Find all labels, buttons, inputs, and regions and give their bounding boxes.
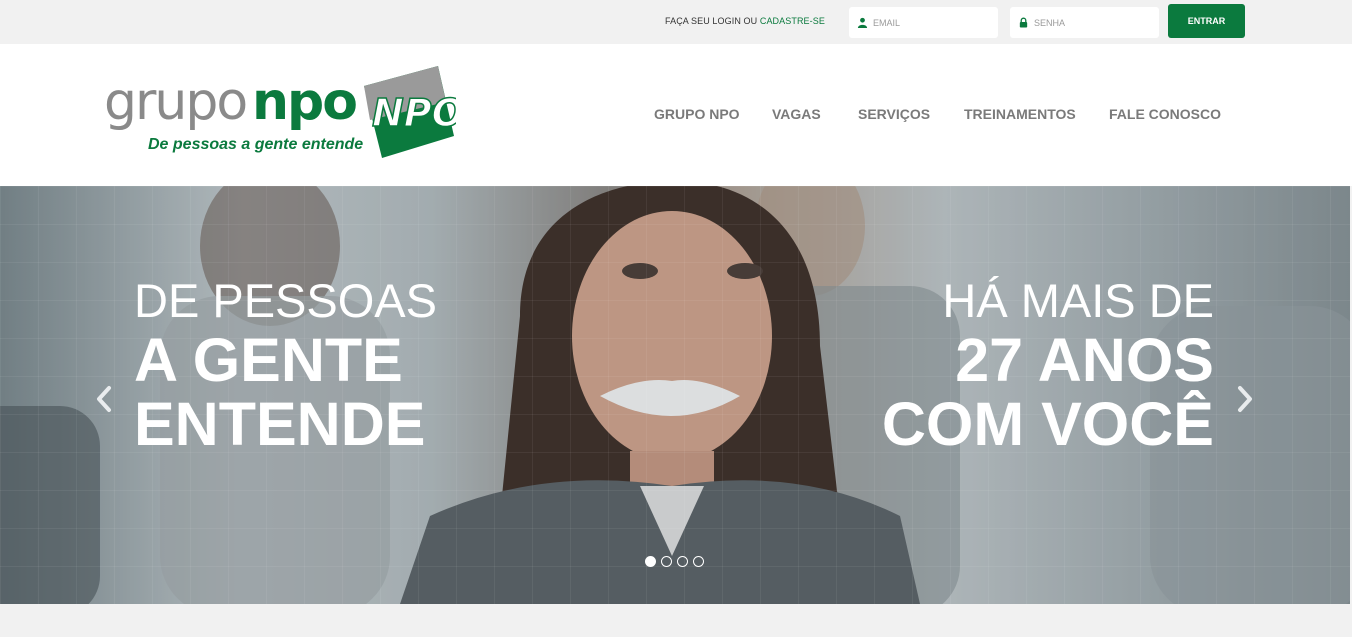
hero-left-line3: ENTENDE [134, 390, 426, 458]
site-header: grupo npo De pessoas a gente entende NPO… [0, 44, 1352, 186]
email-field[interactable] [849, 7, 998, 38]
login-prompt: FAÇA SEU LOGIN OU CADASTRE-SE [665, 16, 825, 26]
login-bar: FAÇA SEU LOGIN OU CADASTRE-SE ENTRAR [0, 0, 1352, 44]
slider-dot-4[interactable] [693, 556, 704, 567]
login-button[interactable]: ENTRAR [1168, 4, 1245, 38]
login-prompt-text: FAÇA SEU LOGIN OU [665, 16, 758, 26]
user-icon [857, 17, 868, 28]
hero-left-line2: A GENTE [134, 326, 403, 394]
slider-pagination [645, 556, 704, 567]
svg-text:NPO: NPO [372, 91, 456, 135]
hero-right-line2: 27 ANOS [955, 326, 1214, 394]
nav-item-fale-conosco[interactable]: FALE CONOSCO [1109, 106, 1221, 122]
slider-dot-1[interactable] [645, 556, 656, 567]
nav-item-servicos[interactable]: SERVIÇOS [858, 106, 930, 122]
password-input[interactable] [1034, 17, 1154, 28]
hero-right-line1: HÁ MAIS DE [942, 274, 1214, 327]
register-link[interactable]: CADASTRE-SE [760, 16, 825, 26]
nav-item-grupo-npo[interactable]: GRUPO NPO [654, 106, 740, 122]
logo-word-npo: npo [252, 72, 358, 132]
logo-tagline: De pessoas a gente entende [148, 136, 364, 153]
slider-dot-3[interactable] [677, 556, 688, 567]
logo-mark-icon: NPO [364, 66, 456, 158]
hero-headline-left: DE PESSOAS A GENTE ENTENDE [134, 274, 437, 456]
hero-left-line1: DE PESSOAS [134, 274, 437, 327]
nav-item-vagas[interactable]: VAGAS [772, 106, 821, 122]
chevron-left-icon[interactable] [92, 384, 116, 414]
email-input[interactable] [873, 17, 993, 28]
lock-icon [1019, 17, 1028, 28]
logo-word-grupo: grupo [104, 72, 248, 132]
nav-item-treinamentos[interactable]: TREINAMENTOS [964, 106, 1076, 122]
hero-right-line3: COM VOCÊ [881, 390, 1214, 458]
page-bottom-strip [0, 604, 1352, 637]
hero-headline-right: HÁ MAIS DE 27 ANOS COM VOCÊ [882, 274, 1214, 456]
password-field[interactable] [1010, 7, 1159, 38]
logo[interactable]: grupo npo De pessoas a gente entende NPO [104, 62, 456, 166]
chevron-right-icon[interactable] [1233, 384, 1257, 414]
slider-dot-2[interactable] [661, 556, 672, 567]
hero-slider: DE PESSOAS A GENTE ENTENDE HÁ MAIS DE 27… [0, 186, 1350, 604]
